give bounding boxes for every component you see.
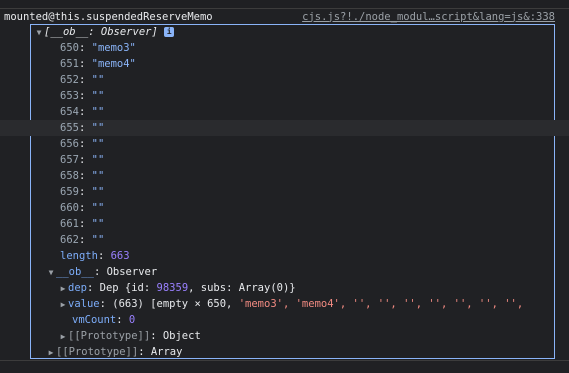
array-item-row: 661: ""	[60, 218, 105, 230]
array-item-row: 659: ""	[60, 186, 105, 198]
array-item-index: 657	[60, 154, 79, 166]
console-message-header: mounted@this.suspendedReserveMemo cjs.js…	[0, 8, 569, 25]
vmcount-value: 0	[128, 314, 136, 326]
value-preview-strings: 'memo3', 'memo4', '', '', '', '', '', ''…	[238, 298, 524, 310]
ob-prototype-value: Object	[162, 330, 201, 342]
array-item-row: 656: ""	[60, 138, 105, 150]
dep-key: dep	[68, 282, 87, 294]
array-item-index: 652	[60, 74, 79, 86]
length-value: 663	[110, 250, 130, 262]
array-item-value: ""	[91, 90, 105, 102]
array-item-value: ""	[91, 122, 105, 134]
array-item-row: 662: ""	[60, 234, 105, 246]
array-item-value: ""	[91, 154, 105, 166]
array-item-index: 655	[60, 122, 79, 134]
ob-key: __ob__	[56, 266, 94, 278]
dep-id: 98359	[156, 282, 189, 294]
array-item-row: 658: ""	[60, 170, 105, 182]
array-item-row: 655: ""	[0, 120, 569, 136]
array-prototype-row[interactable]: ▶ [[Prototype]]: Array	[0, 344, 569, 360]
ob-prototype-key: [[Prototype]]	[68, 330, 151, 342]
array-item-value: ""	[91, 138, 105, 150]
dep-row[interactable]: ▶ dep: Dep {id: 98359, subs: Array(0)}	[0, 280, 569, 296]
array-item-row: 650: "memo3"	[60, 42, 136, 54]
array-prototype-value: Array	[150, 346, 183, 358]
array-item-index: 651	[60, 58, 79, 70]
array-summary: [__ob__: Observer]	[44, 26, 158, 38]
value-key: value	[68, 298, 100, 310]
collapse-triangle-icon[interactable]: ▶	[58, 329, 68, 345]
ob-row[interactable]: ▼ __ob__: Observer	[0, 264, 569, 280]
dep-suffix: , subs: Array(0)}	[188, 282, 296, 294]
array-item-index: 662	[60, 234, 79, 246]
collapse-triangle-icon[interactable]: ▶	[46, 345, 56, 361]
vmcount-key: vmCount	[72, 314, 117, 326]
array-item-value: ""	[91, 106, 105, 118]
array-item-value: ""	[91, 218, 105, 230]
array-item-value: ""	[91, 202, 105, 214]
array-item-row: 657: ""	[60, 154, 105, 166]
array-summary-row[interactable]: ▼ [__ob__: Observer] i	[0, 24, 569, 40]
collapse-triangle-icon[interactable]: ▶	[58, 281, 68, 297]
console-log-label: mounted@this.suspendedReserveMemo	[4, 10, 213, 23]
collapse-triangle-icon[interactable]: ▶	[58, 297, 68, 313]
array-item-index: 653	[60, 90, 79, 102]
length-row: length: 663	[60, 250, 130, 262]
value-row[interactable]: ▶ value: (663) [empty × 650, 'memo3', 'me…	[0, 296, 569, 312]
array-item-row: 652: ""	[60, 74, 105, 86]
array-item-row: 660: ""	[60, 202, 105, 214]
value-preview-start: [empty × 650,	[150, 298, 239, 310]
dep-prefix: Dep {id:	[99, 282, 157, 294]
array-item-index: 659	[60, 186, 79, 198]
next-log-fragment	[0, 360, 569, 373]
array-item-value: ""	[91, 186, 105, 198]
value-count: (663)	[112, 298, 144, 310]
source-link[interactable]: cjs.js?!./node_modul…script&lang=js&:338	[302, 11, 569, 23]
array-item-index: 658	[60, 170, 79, 182]
array-item-index: 660	[60, 202, 79, 214]
array-item-row: 651: "memo4"	[60, 58, 136, 70]
array-item-value: ""	[91, 234, 105, 246]
array-item-row: 653: ""	[60, 90, 105, 102]
array-prototype-key: [[Prototype]]	[56, 346, 139, 358]
expand-triangle-icon[interactable]: ▼	[34, 25, 44, 41]
length-key: length	[60, 250, 98, 262]
array-item-index: 661	[60, 218, 79, 230]
vmcount-row: vmCount: 0	[72, 314, 136, 326]
array-item-index: 650	[60, 42, 79, 54]
array-item-index: 656	[60, 138, 79, 150]
info-icon[interactable]: i	[164, 27, 175, 37]
expand-triangle-icon[interactable]: ▼	[46, 265, 56, 281]
array-item-value: "memo3"	[91, 42, 136, 54]
array-item-index: 654	[60, 106, 79, 118]
array-item-value: ""	[91, 170, 105, 182]
array-item-value: "memo4"	[91, 58, 136, 70]
ob-prototype-row[interactable]: ▶ [[Prototype]]: Object	[0, 328, 569, 344]
array-item-row: 654: ""	[60, 106, 105, 118]
array-item-value: ""	[91, 74, 105, 86]
ob-type: Observer	[106, 266, 158, 278]
